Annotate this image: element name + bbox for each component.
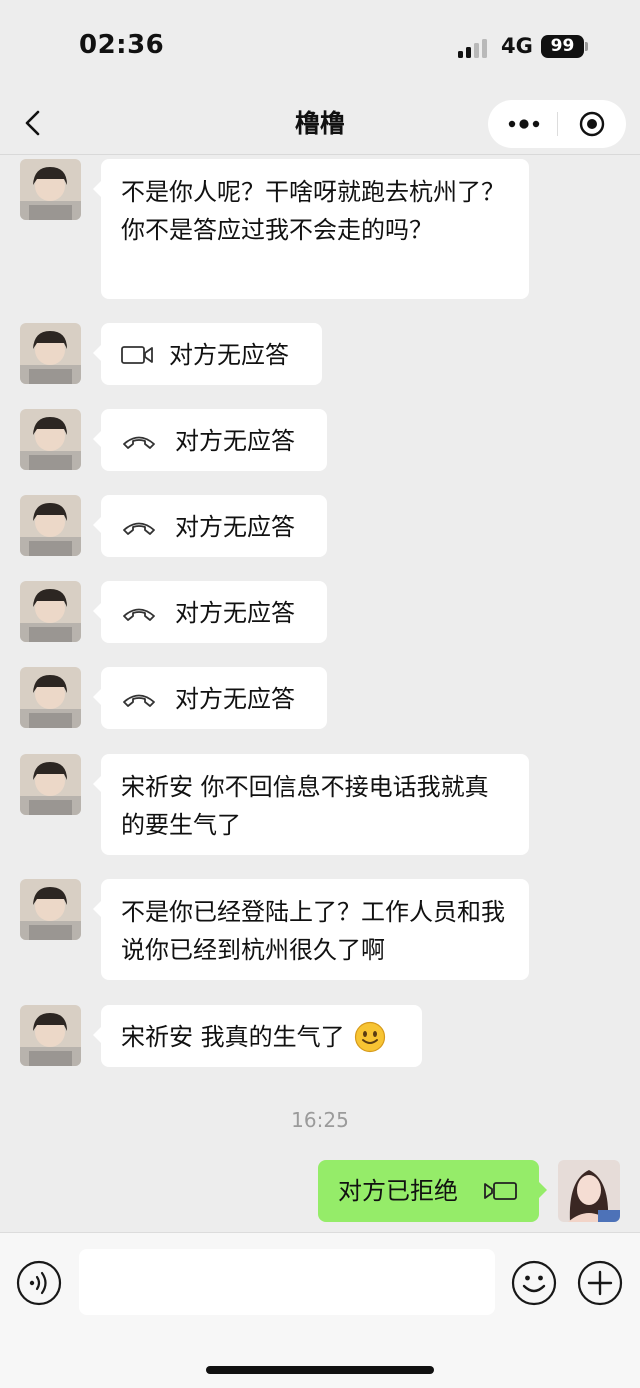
contact-avatar-image (20, 581, 81, 642)
signal-icon (458, 38, 492, 58)
contact-avatar-image (20, 409, 81, 470)
more-dots-icon (508, 119, 540, 129)
video-camera-icon (121, 346, 153, 364)
contact-avatar-image (20, 667, 81, 728)
contact-avatar-image (20, 879, 81, 940)
contact-avatar[interactable] (20, 667, 81, 728)
plus-icon (577, 1260, 623, 1306)
contact-avatar[interactable] (20, 754, 81, 815)
more-functions-button[interactable] (577, 1260, 623, 1306)
message-bubble[interactable]: 不是你人呢？干啥呀就跑去杭州了？你不是答应过我不会走的吗？ (93, 159, 529, 299)
message-text: 宋祈安 我真的生气了 (121, 1023, 345, 1051)
mini-program-capsule (488, 100, 626, 148)
contact-avatar-image (20, 1005, 81, 1066)
target-icon (579, 111, 605, 137)
chat-area[interactable]: 不是你人呢？干啥呀就跑去杭州了？你不是答应过我不会走的吗？ 对方无应答 对方无应… (0, 155, 640, 1232)
contact-avatar[interactable] (20, 581, 81, 642)
contact-avatar-image (20, 323, 81, 384)
message-timestamp: 16:25 (291, 1108, 349, 1132)
emoji-button[interactable] (511, 1260, 557, 1306)
status-time: 02:36 (79, 30, 165, 60)
contact-avatar-image (20, 159, 81, 220)
phone-icon (123, 436, 155, 449)
input-bar (0, 1232, 640, 1388)
contact-avatar[interactable] (20, 323, 81, 384)
contact-avatar[interactable] (20, 1005, 81, 1066)
status-bar: 02:36 4G 99 (0, 0, 640, 96)
phone-icon (123, 522, 155, 535)
phone-icon (123, 608, 155, 621)
call-record-bubble[interactable]: 对方无应答 (93, 409, 327, 471)
smile-emoji-icon (355, 1021, 386, 1053)
video-camera-icon (484, 1182, 517, 1200)
message-text: 不是你人呢？干啥呀就跑去杭州了？你不是答应过我不会走的吗？ (121, 178, 505, 244)
self-avatar[interactable] (558, 1160, 620, 1222)
call-status-text: 对方无应答 (175, 513, 295, 541)
battery-icon: 99 (541, 35, 584, 58)
battery-tip (585, 42, 588, 51)
call-status-text: 对方无应答 (175, 685, 295, 713)
message-bubble[interactable]: 不是你已经登陆上了？工作人员和我说你已经到杭州很久了啊 (93, 879, 529, 980)
nav-bar: 橹橹 (0, 96, 640, 155)
contact-avatar[interactable] (20, 495, 81, 556)
message-bubble[interactable]: 宋祈安 你不回信息不接电话我就真的要生气了 (93, 754, 529, 855)
voice-input-button[interactable] (16, 1260, 62, 1306)
outgoing-call-bubble[interactable]: 对方已拒绝 (318, 1160, 547, 1222)
message-text: 宋祈安 你不回信息不接电话我就真的要生气了 (121, 773, 489, 839)
call-status-text: 对方已拒绝 (338, 1177, 458, 1205)
call-record-bubble[interactable]: 对方无应答 (93, 581, 327, 643)
call-status-text: 对方无应答 (175, 427, 295, 455)
message-text: 不是你已经登陆上了？工作人员和我说你已经到杭州很久了啊 (121, 898, 505, 964)
message-bubble[interactable]: 宋祈安 我真的生气了 (93, 1005, 422, 1067)
call-record-bubble[interactable]: 对方无应答 (93, 495, 327, 557)
close-mini-program-button[interactable] (579, 111, 605, 137)
contact-avatar[interactable] (20, 159, 81, 220)
home-indicator[interactable] (206, 1366, 434, 1374)
self-avatar-image (558, 1160, 620, 1222)
contact-avatar-image (20, 495, 81, 556)
capsule-divider (557, 112, 558, 136)
contact-avatar[interactable] (20, 409, 81, 470)
call-record-bubble[interactable]: 对方无应答 (93, 323, 322, 385)
call-status-text: 对方无应答 (175, 599, 295, 627)
phone-icon (123, 694, 155, 707)
contact-avatar-image (20, 754, 81, 815)
voice-icon (16, 1260, 62, 1306)
smiley-icon (511, 1260, 557, 1306)
more-button[interactable] (508, 112, 540, 136)
network-type: 4G (501, 34, 533, 58)
call-record-bubble[interactable]: 对方无应答 (93, 667, 327, 729)
call-status-text: 对方无应答 (169, 341, 289, 369)
contact-avatar[interactable] (20, 879, 81, 940)
message-input[interactable] (79, 1249, 495, 1315)
